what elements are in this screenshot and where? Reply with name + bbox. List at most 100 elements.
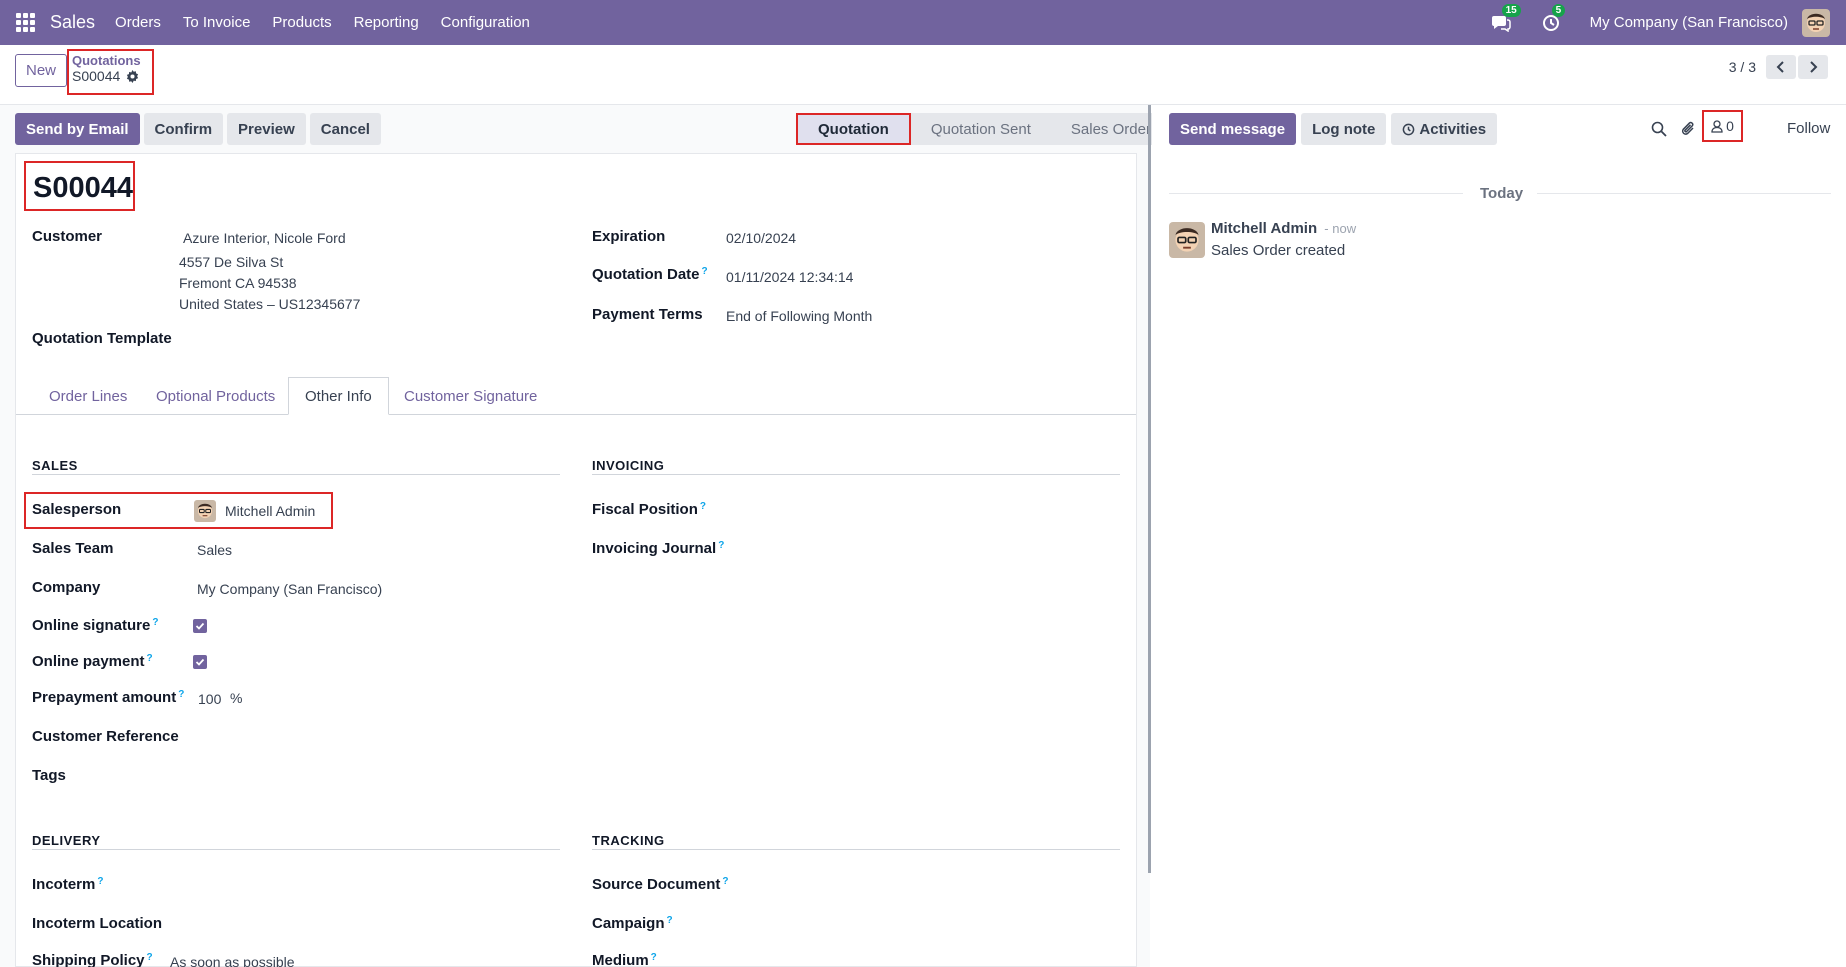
date-separator: Today <box>1480 185 1524 202</box>
help-icon[interactable]: ? <box>178 689 184 700</box>
breadcrumb-parent[interactable]: Quotations <box>72 53 149 68</box>
new-button[interactable]: New <box>15 54 68 87</box>
fiscal-position-field[interactable] <box>726 501 1116 521</box>
apps-grid-icon[interactable] <box>16 12 36 33</box>
expiration-label: Expiration <box>592 228 666 245</box>
incoterm-location-field[interactable] <box>197 915 557 935</box>
cancel-button[interactable]: Cancel <box>309 113 381 145</box>
customer-label: Customer <box>32 228 103 245</box>
follow-button[interactable]: Follow <box>1787 120 1830 137</box>
search-icon[interactable] <box>1649 119 1669 139</box>
help-icon[interactable]: ? <box>667 915 673 926</box>
pager-value[interactable]: 3 / 3 <box>1729 59 1756 75</box>
preview-button[interactable]: Preview <box>227 113 306 145</box>
help-icon[interactable]: ? <box>97 876 103 887</box>
menu-to-invoice[interactable]: To Invoice <box>183 14 251 31</box>
tracking-section-title: TRACKING <box>592 833 665 848</box>
help-icon[interactable]: ? <box>147 653 153 664</box>
menu-products[interactable]: Products <box>272 14 331 31</box>
online-signature-label: Online signature? <box>32 617 158 634</box>
chatter-resize-handle[interactable] <box>1148 105 1151 873</box>
paperclip-icon[interactable] <box>1679 119 1699 139</box>
app-name[interactable]: Sales <box>50 12 95 33</box>
pager-next-button[interactable] <box>1798 55 1828 79</box>
help-icon[interactable]: ? <box>718 540 724 551</box>
stage-quotation-sent[interactable]: Quotation Sent <box>910 113 1051 145</box>
payment-terms-label: Payment Terms <box>592 306 703 323</box>
invoicing-journal-label: Invoicing Journal? <box>592 540 724 557</box>
message-author-name[interactable]: Mitchell Admin <box>1211 220 1317 237</box>
customer-address-line1: 4557 De Silva St <box>179 254 284 270</box>
user-avatar[interactable] <box>1802 8 1830 37</box>
menu-configuration[interactable]: Configuration <box>441 14 530 31</box>
tab-customer-signature[interactable]: Customer Signature <box>404 377 537 415</box>
source-document-label: Source Document? <box>592 876 728 893</box>
log-note-button[interactable]: Log note <box>1301 113 1387 145</box>
chatter-buttons: Send message Log note Activities <box>1169 113 1498 145</box>
top-navbar: Sales Orders To Invoice Products Reporti… <box>0 0 1846 45</box>
invoicing-section-divider <box>592 474 1120 475</box>
help-icon[interactable]: ? <box>152 617 158 628</box>
sales-team-field[interactable]: Sales <box>197 542 232 558</box>
company-switcher[interactable]: My Company (San Francisco) <box>1590 14 1788 31</box>
online-payment-checkbox[interactable] <box>193 655 207 669</box>
campaign-field[interactable] <box>726 915 1116 935</box>
pager-previous-button[interactable] <box>1766 55 1796 79</box>
tab-optional-products[interactable]: Optional Products <box>156 377 275 415</box>
message-author-avatar[interactable] <box>1169 222 1205 258</box>
tab-other-info[interactable]: Other Info <box>288 377 389 415</box>
payment-terms-field[interactable]: End of Following Month <box>726 308 872 324</box>
customer-field[interactable]: Azure Interior, Nicole Ford <box>183 230 346 246</box>
campaign-label-text: Campaign <box>592 915 665 932</box>
breadcrumb-current-label: S00044 <box>72 68 121 84</box>
menu-orders[interactable]: Orders <box>115 14 161 31</box>
salesperson-field[interactable]: Mitchell Admin <box>225 503 315 519</box>
customer-address-line2: Fremont CA 94538 <box>179 275 297 291</box>
customer-reference-field[interactable] <box>197 728 557 748</box>
quotation-template-field[interactable] <box>183 330 563 350</box>
incoterm-label-text: Incoterm <box>32 876 96 893</box>
help-icon[interactable]: ? <box>700 501 706 512</box>
expiration-field[interactable]: 02/10/2024 <box>726 230 796 246</box>
salesperson-label: Salesperson <box>32 501 122 518</box>
activities-badge: 5 <box>1551 3 1566 17</box>
help-icon[interactable]: ? <box>651 952 657 963</box>
help-icon[interactable]: ? <box>702 266 708 277</box>
menu-reporting[interactable]: Reporting <box>354 14 419 31</box>
activities-button[interactable]: 5 <box>1540 3 1566 34</box>
messages-button[interactable]: 15 <box>1490 3 1521 34</box>
prepayment-label-text: Prepayment amount <box>32 689 177 706</box>
company-field[interactable]: My Company (San Francisco) <box>197 581 382 597</box>
tab-order-lines[interactable]: Order Lines <box>49 377 127 415</box>
breadcrumb: Quotations S00044 <box>67 49 154 95</box>
breadcrumb-current: S00044 <box>72 68 149 84</box>
messages-badge: 15 <box>1501 3 1521 17</box>
shipping-policy-label-text: Shipping Policy <box>32 952 145 967</box>
fiscal-position-label: Fiscal Position? <box>592 501 706 518</box>
confirm-button[interactable]: Confirm <box>143 113 224 145</box>
tags-field[interactable] <box>197 767 557 787</box>
quotation-date-field[interactable]: 01/11/2024 12:34:14 <box>726 269 853 285</box>
help-icon[interactable]: ? <box>147 952 153 963</box>
stage-quotation[interactable]: Quotation <box>796 113 911 145</box>
salesperson-avatar <box>194 500 216 522</box>
prepayment-field[interactable]: 100 <box>198 691 221 707</box>
incoterm-field[interactable] <box>197 876 557 896</box>
online-payment-label: Online payment? <box>32 653 153 670</box>
send-by-email-button[interactable]: Send by Email <box>15 113 140 145</box>
quotation-template-label: Quotation Template <box>32 330 172 347</box>
medium-field[interactable] <box>726 952 1116 967</box>
message-author: Mitchell Admin - now <box>1211 220 1356 237</box>
gear-icon[interactable] <box>126 69 139 83</box>
delivery-section-divider <box>32 849 560 850</box>
message-time: - now <box>1324 221 1357 236</box>
activities-chatter-button[interactable]: Activities <box>1391 113 1498 145</box>
source-document-field[interactable] <box>726 876 1116 896</box>
online-signature-checkbox[interactable] <box>193 619 207 633</box>
followers-button[interactable]: 0 <box>1702 110 1743 142</box>
send-message-button[interactable]: Send message <box>1169 113 1297 145</box>
shipping-policy-field[interactable]: As soon as possible <box>170 954 295 967</box>
user-icon <box>1711 119 1723 133</box>
invoicing-journal-field[interactable] <box>726 540 1116 560</box>
sales-section-title: SALES <box>32 458 78 473</box>
